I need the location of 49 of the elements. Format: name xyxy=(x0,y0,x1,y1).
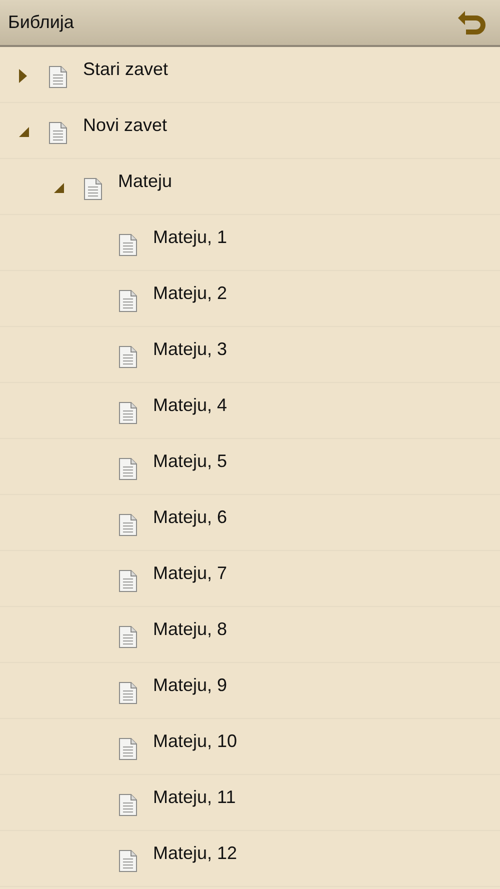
tree-row[interactable]: Mateju xyxy=(0,159,500,215)
document-icon xyxy=(83,177,103,201)
tree-row[interactable]: Novi zavet xyxy=(0,103,500,159)
tree-item-label: Mateju, 2 xyxy=(153,282,228,304)
tree-item-label: Mateju, 10 xyxy=(153,730,238,752)
expanded-triangle-icon[interactable] xyxy=(18,126,30,138)
document-icon xyxy=(118,233,138,257)
tree-item-label: Mateju xyxy=(118,170,172,192)
tree-item-label: Mateju, 9 xyxy=(153,674,228,696)
document-icon xyxy=(118,849,138,873)
tree-row[interactable]: Mateju, 12 xyxy=(0,831,500,887)
document-icon xyxy=(118,345,138,369)
tree-item-label: Mateju, 1 xyxy=(153,226,228,248)
expanded-triangle-icon[interactable] xyxy=(53,182,65,194)
tree-row[interactable]: Stari zavet xyxy=(0,47,500,103)
tree-item-label: Novi zavet xyxy=(83,114,168,136)
tree-item-label: Mateju, 7 xyxy=(153,562,228,584)
document-icon xyxy=(118,625,138,649)
document-icon xyxy=(118,513,138,537)
tree-item-label: Stari zavet xyxy=(83,58,168,80)
tree-item-label: Mateju, 5 xyxy=(153,450,228,472)
collapsed-triangle-icon[interactable] xyxy=(18,68,28,84)
tree-item-label: Mateju, 12 xyxy=(153,842,238,864)
tree-item-label: Mateju, 8 xyxy=(153,618,228,640)
tree-row[interactable]: Mateju, 11 xyxy=(0,775,500,831)
tree-item-label: Mateju, 11 xyxy=(153,786,236,808)
document-icon xyxy=(118,681,138,705)
tree-row[interactable]: Mateju, 10 xyxy=(0,719,500,775)
tree-row[interactable]: Mateju, 3 xyxy=(0,327,500,383)
document-icon xyxy=(118,289,138,313)
tree-row[interactable]: Mateju, 9 xyxy=(0,663,500,719)
tree-row[interactable]: Mateju, 6 xyxy=(0,495,500,551)
document-icon xyxy=(48,65,68,89)
tree-row[interactable]: Mateju, 7 xyxy=(0,551,500,607)
document-icon xyxy=(118,793,138,817)
tree-row[interactable]: Mateju, 4 xyxy=(0,383,500,439)
document-icon xyxy=(118,401,138,425)
tree-item-label: Mateju, 4 xyxy=(153,394,228,416)
document-icon xyxy=(48,121,68,145)
tree-row[interactable]: Mateju, 2 xyxy=(0,271,500,327)
tree-row[interactable]: Mateju, 8 xyxy=(0,607,500,663)
tree-row[interactable]: Mateju, 5 xyxy=(0,439,500,495)
app-title: Библија xyxy=(8,11,74,34)
tree-item-label: Mateju, 3 xyxy=(153,338,228,360)
document-icon xyxy=(118,569,138,593)
document-icon xyxy=(118,457,138,481)
tree-row[interactable]: Mateju, 1 xyxy=(0,215,500,271)
document-icon xyxy=(118,737,138,761)
tree-item-label: Mateju, 6 xyxy=(153,506,228,528)
